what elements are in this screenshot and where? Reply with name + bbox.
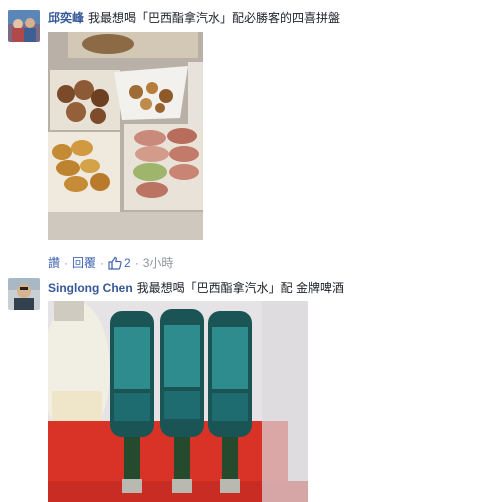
comment-2: Singlong Chen 我最想喝「巴西酯拿汽水」配 金牌啤酒 [0,270,489,502]
separator-dot: · [134,256,139,270]
comment-actions: 讚 · 回覆 · 2 · 3小時 [48,256,173,270]
separator-dot: · [64,256,69,270]
comment-timestamp[interactable]: 3小時 [143,256,174,270]
pizza-hut-combo-photo[interactable] [48,32,203,240]
user-avatar-icon[interactable] [8,10,40,42]
comment-header: 邱奕峰 我最想喝「巴西酯拿汽水」配必勝客的四喜拼盤 [48,10,340,26]
comment-text: 我最想喝「巴西酯拿汽水」配必勝客的四喜拼盤 [88,11,341,25]
reply-button[interactable]: 回覆 [72,256,96,270]
comment-text: 我最想喝「巴西酯拿汽水」配 金牌啤酒 [136,281,344,295]
comment-1: 邱奕峰 我最想喝「巴西酯拿汽水」配必勝客的四喜拼盤 讚 · 回覆 · 2 · 3… [0,0,489,270]
comment-author[interactable]: 邱奕峰 [48,11,84,25]
separator-dot: · [100,256,105,270]
like-count[interactable]: 2 [124,256,131,270]
comment-author[interactable]: Singlong Chen [48,281,133,295]
thumbs-up-icon[interactable] [108,256,122,270]
like-button[interactable]: 讚 [48,256,60,270]
beer-bottles-photo[interactable] [48,301,308,502]
comment-header: Singlong Chen 我最想喝「巴西酯拿汽水」配 金牌啤酒 [48,280,344,296]
user-avatar-icon[interactable] [8,278,40,310]
